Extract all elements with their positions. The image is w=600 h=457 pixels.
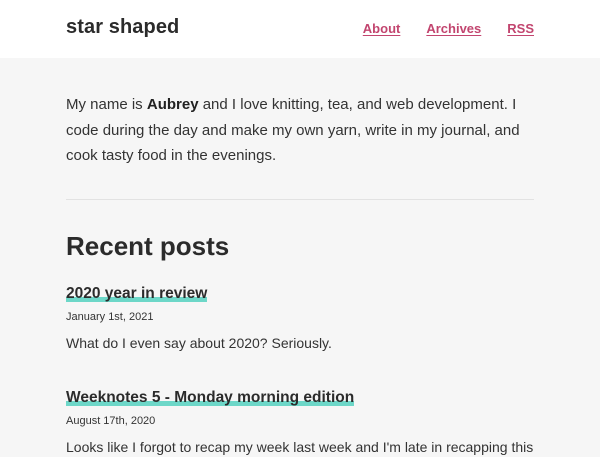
post-item: Weeknotes 5 - Monday morning edition Aug… bbox=[66, 388, 534, 457]
site-header: star shaped About Archives RSS bbox=[0, 0, 600, 58]
intro-paragraph: My name is Aubrey and I love knitting, t… bbox=[66, 92, 534, 169]
intro-name: Aubrey bbox=[146, 96, 199, 113]
recent-posts-heading: Recent posts bbox=[66, 230, 230, 261]
nav-rss-link[interactable]: RSS bbox=[507, 21, 534, 36]
main-nav: About Archives RSS bbox=[363, 21, 534, 36]
post-excerpt: Looks like I forgot to recap my week las… bbox=[66, 438, 534, 455]
nav-about-link[interactable]: About bbox=[363, 21, 401, 36]
divider bbox=[66, 198, 534, 200]
intro-text-pre: My name is bbox=[66, 96, 147, 113]
post-item: 2020 year in review January 1st, 2021 Wh… bbox=[66, 284, 534, 353]
main-content: My name is Aubrey and I love knitting, t… bbox=[66, 58, 534, 457]
post-date: August 17th, 2020 bbox=[66, 414, 156, 427]
post-title-link[interactable]: Weeknotes 5 - Monday morning edition bbox=[66, 388, 355, 406]
nav-archives-link[interactable]: Archives bbox=[426, 21, 481, 36]
post-excerpt: What do I even say about 2020? Seriously… bbox=[66, 334, 332, 351]
post-date: January 1st, 2021 bbox=[66, 310, 154, 323]
post-title-link[interactable]: 2020 year in review bbox=[66, 284, 208, 302]
site-title[interactable]: star shaped bbox=[66, 16, 179, 39]
